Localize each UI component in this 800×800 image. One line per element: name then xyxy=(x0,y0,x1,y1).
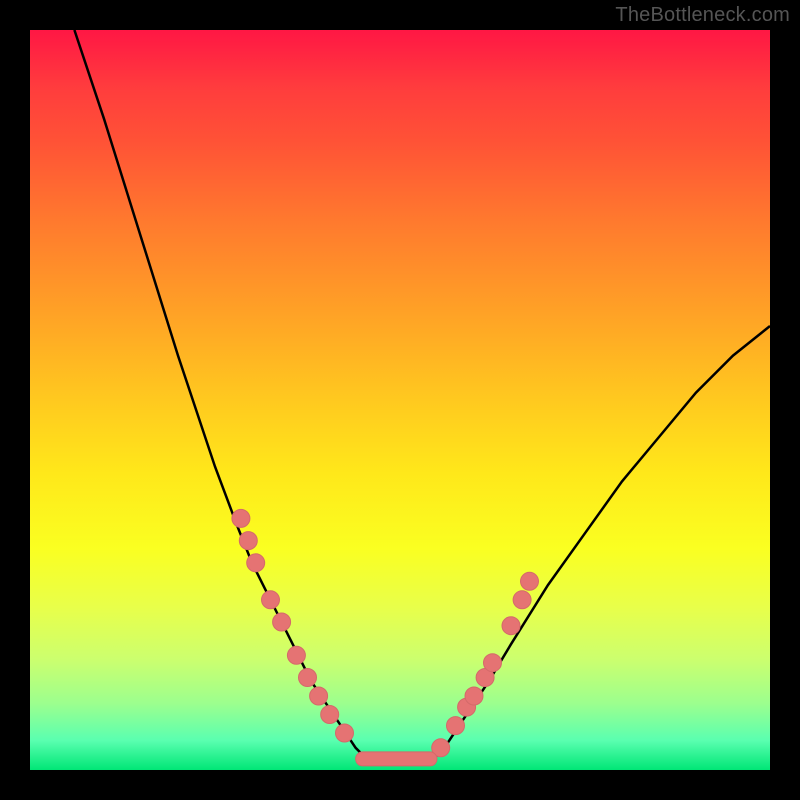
data-marker xyxy=(299,669,317,687)
data-marker xyxy=(447,717,465,735)
watermark: TheBottleneck.com xyxy=(615,4,790,27)
data-marker xyxy=(336,724,354,742)
data-marker xyxy=(484,654,502,672)
data-marker xyxy=(321,706,339,724)
data-marker xyxy=(262,591,280,609)
data-marker xyxy=(310,687,328,705)
curve-left xyxy=(74,30,370,763)
data-marker xyxy=(232,509,250,527)
chart-svg xyxy=(30,30,770,770)
data-marker xyxy=(502,617,520,635)
data-marker xyxy=(521,572,539,590)
data-marker xyxy=(247,554,265,572)
bottom-bar xyxy=(356,752,437,766)
data-marker xyxy=(513,591,531,609)
data-marker xyxy=(465,687,483,705)
data-markers xyxy=(232,509,539,756)
data-marker xyxy=(287,646,305,664)
data-marker xyxy=(239,532,257,550)
data-marker xyxy=(273,613,291,631)
